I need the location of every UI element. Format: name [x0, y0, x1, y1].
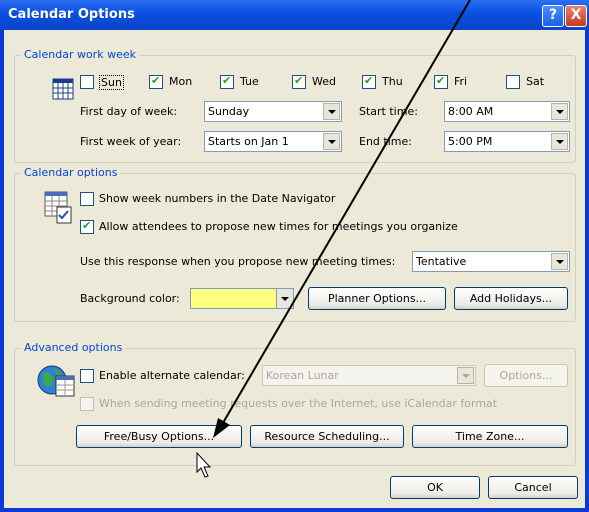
advanced-options-group-label: Advanced options: [21, 341, 126, 354]
tue-label: Tue: [240, 75, 259, 88]
dialog-title: Calendar Options: [8, 7, 135, 22]
ok-button[interactable]: OK: [390, 476, 480, 499]
dialog-body: Calendar work week Sun Mon Tue Wed Thu F…: [4, 30, 585, 508]
alternate-calendar-label: Enable alternate calendar:: [99, 369, 245, 382]
add-holidays-button[interactable]: Add Holidays...: [454, 287, 568, 310]
calendar-options-window: Calendar Options ? X Calendar work week …: [0, 0, 589, 512]
wed-checkbox[interactable]: [292, 74, 306, 89]
end-time-select[interactable]: 5:00 PM: [444, 131, 570, 152]
icalendar-checkbox[interactable]: [80, 397, 94, 411]
thu-label: Thu: [382, 75, 403, 88]
show-week-numbers-checkbox[interactable]: [80, 192, 94, 206]
first-week-value: Starts on Jan 1: [208, 135, 289, 148]
tue-checkbox[interactable]: [220, 74, 234, 89]
sun-checkbox[interactable]: [80, 75, 94, 89]
chevron-down-icon[interactable]: [551, 253, 568, 270]
freebusy-options-button[interactable]: Free/Busy Options...: [76, 425, 242, 448]
mon-checkbox[interactable]: [149, 74, 163, 89]
thu-checkbox[interactable]: [362, 74, 376, 89]
alternate-options-button[interactable]: Options...: [484, 364, 568, 387]
first-day-select[interactable]: Sunday: [204, 101, 342, 122]
allow-propose-checkbox[interactable]: [80, 219, 94, 234]
chevron-down-icon[interactable]: [457, 367, 474, 384]
response-select[interactable]: Tentative: [412, 251, 570, 272]
cancel-button[interactable]: Cancel: [488, 476, 578, 499]
background-color-label: Background color:: [80, 292, 180, 305]
start-time-label: Start time:: [359, 105, 418, 118]
start-time-select[interactable]: 8:00 AM: [444, 101, 570, 122]
first-week-select[interactable]: Starts on Jan 1: [204, 131, 342, 152]
alternate-calendar-checkbox[interactable]: [80, 369, 94, 383]
start-time-value: 8:00 AM: [448, 105, 494, 118]
first-week-label: First week of year:: [80, 135, 182, 148]
first-day-label: First day of week:: [80, 105, 178, 118]
first-day-value: Sunday: [208, 105, 250, 118]
work-week-group-label: Calendar work week: [21, 48, 139, 61]
globe-icon: [36, 362, 76, 401]
close-button[interactable]: X: [565, 5, 587, 27]
sat-label: Sat: [526, 75, 545, 88]
resource-scheduling-button[interactable]: Resource Scheduling...: [250, 425, 404, 448]
alternate-calendar-value: Korean Lunar: [266, 369, 339, 382]
wed-label: Wed: [312, 75, 336, 88]
sun-label: Sun: [99, 75, 124, 90]
allow-propose-label: Allow attendees to propose new times for…: [99, 220, 458, 233]
planner-options-button[interactable]: Planner Options...: [308, 287, 446, 310]
end-time-value: 5:00 PM: [448, 135, 493, 148]
calendar-checklist-icon: [44, 191, 74, 228]
fri-checkbox[interactable]: [434, 74, 448, 89]
calendar-options-group-label: Calendar options: [21, 166, 121, 179]
end-time-label: End time:: [359, 135, 412, 148]
chevron-down-icon[interactable]: [551, 133, 568, 150]
chevron-down-icon[interactable]: [276, 288, 294, 309]
help-button[interactable]: ?: [542, 5, 564, 27]
chevron-down-icon[interactable]: [551, 103, 568, 120]
chevron-down-icon[interactable]: [323, 133, 340, 150]
chevron-down-icon[interactable]: [323, 103, 340, 120]
response-value: Tentative: [416, 255, 467, 268]
background-color-swatch[interactable]: [190, 288, 278, 309]
calendar-grid-icon: [52, 78, 74, 103]
icalendar-label: When sending meeting requests over the I…: [99, 397, 498, 410]
sat-checkbox[interactable]: [506, 75, 520, 89]
title-bar: Calendar Options ? X: [0, 0, 589, 30]
show-week-numbers-label: Show week numbers in the Date Navigator: [99, 192, 336, 205]
fri-label: Fri: [454, 75, 468, 88]
time-zone-button[interactable]: Time Zone...: [412, 425, 568, 448]
alternate-calendar-select[interactable]: Korean Lunar: [262, 365, 476, 386]
mon-label: Mon: [169, 75, 193, 88]
response-label: Use this response when you propose new m…: [80, 255, 396, 268]
